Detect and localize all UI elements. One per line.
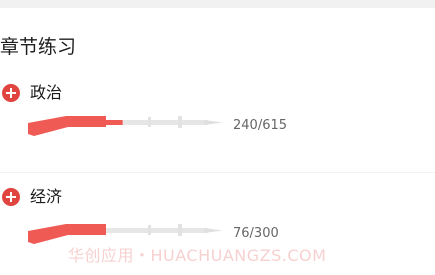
section-title: 章节练习 [0, 36, 77, 58]
rifle-ornament [148, 117, 151, 127]
progress-count: 76/300 [233, 226, 279, 241]
rifle-stock [28, 116, 106, 136]
plus-circle-icon[interactable] [2, 84, 20, 102]
divider [0, 172, 435, 173]
rifle-ornament [178, 224, 182, 236]
chapter-item-politics[interactable]: 政治 240/615 [0, 82, 435, 182]
watermark: 华创应用・HUACHUANGZS.COM [68, 246, 327, 265]
rifle-progress-bar [28, 224, 223, 244]
rifle-bayonet [204, 120, 223, 125]
rifle-progress-bar [28, 116, 223, 136]
rifle-ornament [178, 116, 182, 128]
chapter-name: 经济 [30, 187, 63, 206]
plus-circle-icon[interactable] [2, 188, 20, 206]
top-bar-strip [0, 0, 435, 8]
rifle-ornament [148, 225, 151, 235]
rifle-bayonet [204, 228, 223, 233]
chapter-name: 政治 [30, 83, 63, 102]
progress-count: 240/615 [233, 118, 288, 133]
rifle-stock [28, 224, 106, 244]
